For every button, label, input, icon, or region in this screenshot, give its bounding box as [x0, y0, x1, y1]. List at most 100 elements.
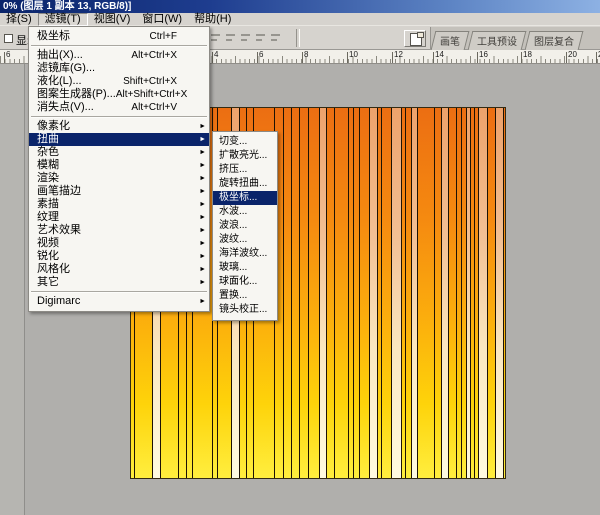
ruler-major-tick: [212, 52, 213, 63]
filter-menu-item[interactable]: 图案生成器(P)...Alt+Shift+Ctrl+X: [29, 88, 209, 101]
filter-menu-item[interactable]: 液化(L)...Shift+Ctrl+X: [29, 75, 209, 88]
distort-submenu: 切变...扩散亮光...挤压...旋转扭曲...极坐标...水波...波浪...…: [212, 131, 278, 321]
distort-submenu-item[interactable]: 置换...: [213, 289, 277, 303]
menu-item-label: 纹理: [29, 211, 209, 224]
filter-menu-item[interactable]: 纹理►: [29, 211, 209, 224]
window-title: 0% (图层 1 副本 13, RGB/8)]: [3, 1, 131, 12]
gradient-stripe: [441, 108, 448, 478]
distort-submenu-item[interactable]: 镜头校正...: [213, 303, 277, 317]
align-bottom-icon[interactable]: [240, 32, 251, 43]
distort-submenu-item[interactable]: 水波...: [213, 205, 277, 219]
submenu-arrow-icon: ►: [199, 185, 206, 198]
photoshop-window: 0% (图层 1 副本 13, RGB/8)] 择(S)滤镜(T)视图(V)窗口…: [0, 0, 600, 515]
submenu-arrow-icon: ►: [199, 250, 206, 263]
filter-menu-item[interactable]: 素描►: [29, 198, 209, 211]
menu-bar-item[interactable]: 视图(V): [88, 13, 137, 25]
menu-bar-item[interactable]: 窗口(W): [136, 13, 188, 25]
submenu-arrow-icon: ►: [199, 172, 206, 185]
filter-menu-item[interactable]: 艺术效果►: [29, 224, 209, 237]
distort-submenu-item[interactable]: 玻璃...: [213, 261, 277, 275]
menu-item-label: 置换...: [213, 289, 277, 303]
palette-tab[interactable]: 工具预设: [468, 31, 527, 50]
distort-submenu-item[interactable]: 旋转扭曲...: [213, 177, 277, 191]
vertical-line: [417, 108, 418, 478]
filter-menu-item[interactable]: 其它►: [29, 276, 209, 289]
menu-item-label: 锐化: [29, 250, 209, 263]
filter-menu-item[interactable]: 极坐标Ctrl+F: [29, 30, 209, 43]
ruler-major-tick: [596, 52, 597, 63]
menu-item-label: 像素化: [29, 120, 209, 133]
menu-item-label: 挤压...: [213, 163, 277, 177]
submenu-arrow-icon: ►: [199, 133, 206, 146]
filter-menu-item[interactable]: 抽出(X)...Alt+Ctrl+X: [29, 49, 209, 62]
bridge-button[interactable]: [404, 30, 426, 47]
palette-tab[interactable]: 画笔: [431, 31, 470, 50]
distribute-center-icon[interactable]: [270, 32, 281, 43]
menu-item-label: 模糊: [29, 159, 209, 172]
filter-menu-item[interactable]: 画笔描边►: [29, 185, 209, 198]
submenu-item-polar-coordinates[interactable]: 极坐标...: [213, 191, 277, 205]
vertical-line: [503, 108, 504, 478]
filter-menu-item[interactable]: Digimarc►: [29, 295, 209, 308]
gradient-stripe: [495, 108, 503, 478]
vertical-line: [381, 108, 382, 478]
menu-bar: 择(S)滤镜(T)视图(V)窗口(W)帮助(H): [0, 13, 600, 26]
filter-menu-item[interactable]: 锐化►: [29, 250, 209, 263]
vertical-line: [377, 108, 378, 478]
distort-submenu-item[interactable]: 海洋波纹...: [213, 247, 277, 261]
vertical-line: [411, 108, 412, 478]
ruler-major-tick: [4, 52, 5, 63]
palette-tab[interactable]: 图层复合: [525, 31, 584, 50]
filter-menu-item[interactable]: 杂色►: [29, 146, 209, 159]
menu-bar-item[interactable]: 择(S): [0, 13, 38, 25]
ruler-major-tick: [392, 52, 393, 63]
vertical-line: [283, 108, 284, 478]
submenu-arrow-icon: ►: [199, 276, 206, 289]
show-checkbox[interactable]: [4, 34, 13, 43]
filter-menu-item[interactable]: 像素化►: [29, 120, 209, 133]
distort-submenu-item[interactable]: 波纹...: [213, 233, 277, 247]
distribute-left-icon[interactable]: [255, 32, 266, 43]
vertical-line: [470, 108, 471, 478]
menu-item-label: 视频: [29, 237, 209, 250]
align-vertical-center-icon[interactable]: [225, 32, 236, 43]
distort-submenu-item[interactable]: 挤压...: [213, 163, 277, 177]
gradient-stripe: [478, 108, 487, 478]
filter-menu-item[interactable]: 消失点(V)...Alt+Ctrl+V: [29, 101, 209, 114]
menu-item-label: 液化(L)...: [29, 75, 123, 88]
ruler-major-tick: [477, 52, 478, 63]
ruler-number: 8: [304, 50, 308, 59]
menu-bar-item[interactable]: 滤镜(T): [38, 13, 88, 26]
vertical-line: [353, 108, 354, 478]
filter-menu-item[interactable]: 滤镜库(G)...: [29, 62, 209, 75]
vertical-line: [434, 108, 435, 478]
ruler-number: 6: [6, 50, 10, 59]
distort-submenu-item[interactable]: 波浪...: [213, 219, 277, 233]
filter-menu-item[interactable]: 风格化►: [29, 263, 209, 276]
filter-menu-item-distort[interactable]: 扭曲►: [29, 133, 209, 146]
vertical-line: [478, 108, 479, 478]
palette-tab-label: 图层复合: [534, 33, 574, 48]
distort-submenu-item[interactable]: 扩散亮光...: [213, 149, 277, 163]
menu-bar-item[interactable]: 帮助(H): [188, 13, 237, 25]
align-top-icon[interactable]: [210, 32, 221, 43]
menu-item-label: 极坐标: [29, 30, 150, 43]
go-to-bridge-icon: [410, 33, 422, 46]
filter-menu-item[interactable]: 视频►: [29, 237, 209, 250]
menu-item-label: 海洋波纹...: [213, 247, 277, 261]
vertical-line: [319, 108, 320, 478]
distort-submenu-item[interactable]: 球面化...: [213, 275, 277, 289]
filter-menu-item[interactable]: 模糊►: [29, 159, 209, 172]
menu-item-label: 杂色: [29, 146, 209, 159]
ruler-number: 20: [568, 50, 577, 59]
filter-menu-item[interactable]: 渲染►: [29, 172, 209, 185]
submenu-arrow-icon: ►: [199, 295, 206, 308]
palette-tab-label: 画笔: [440, 33, 460, 48]
submenu-arrow-icon: ►: [199, 211, 206, 224]
distort-submenu-item[interactable]: 切变...: [213, 135, 277, 149]
ruler-number: 16: [479, 50, 488, 59]
ruler-major-tick: [433, 52, 434, 63]
menu-item-shortcut: Alt+Shift+Ctrl+X: [116, 88, 187, 101]
vertical-line: [291, 108, 292, 478]
ruler-number: 10: [349, 50, 358, 59]
